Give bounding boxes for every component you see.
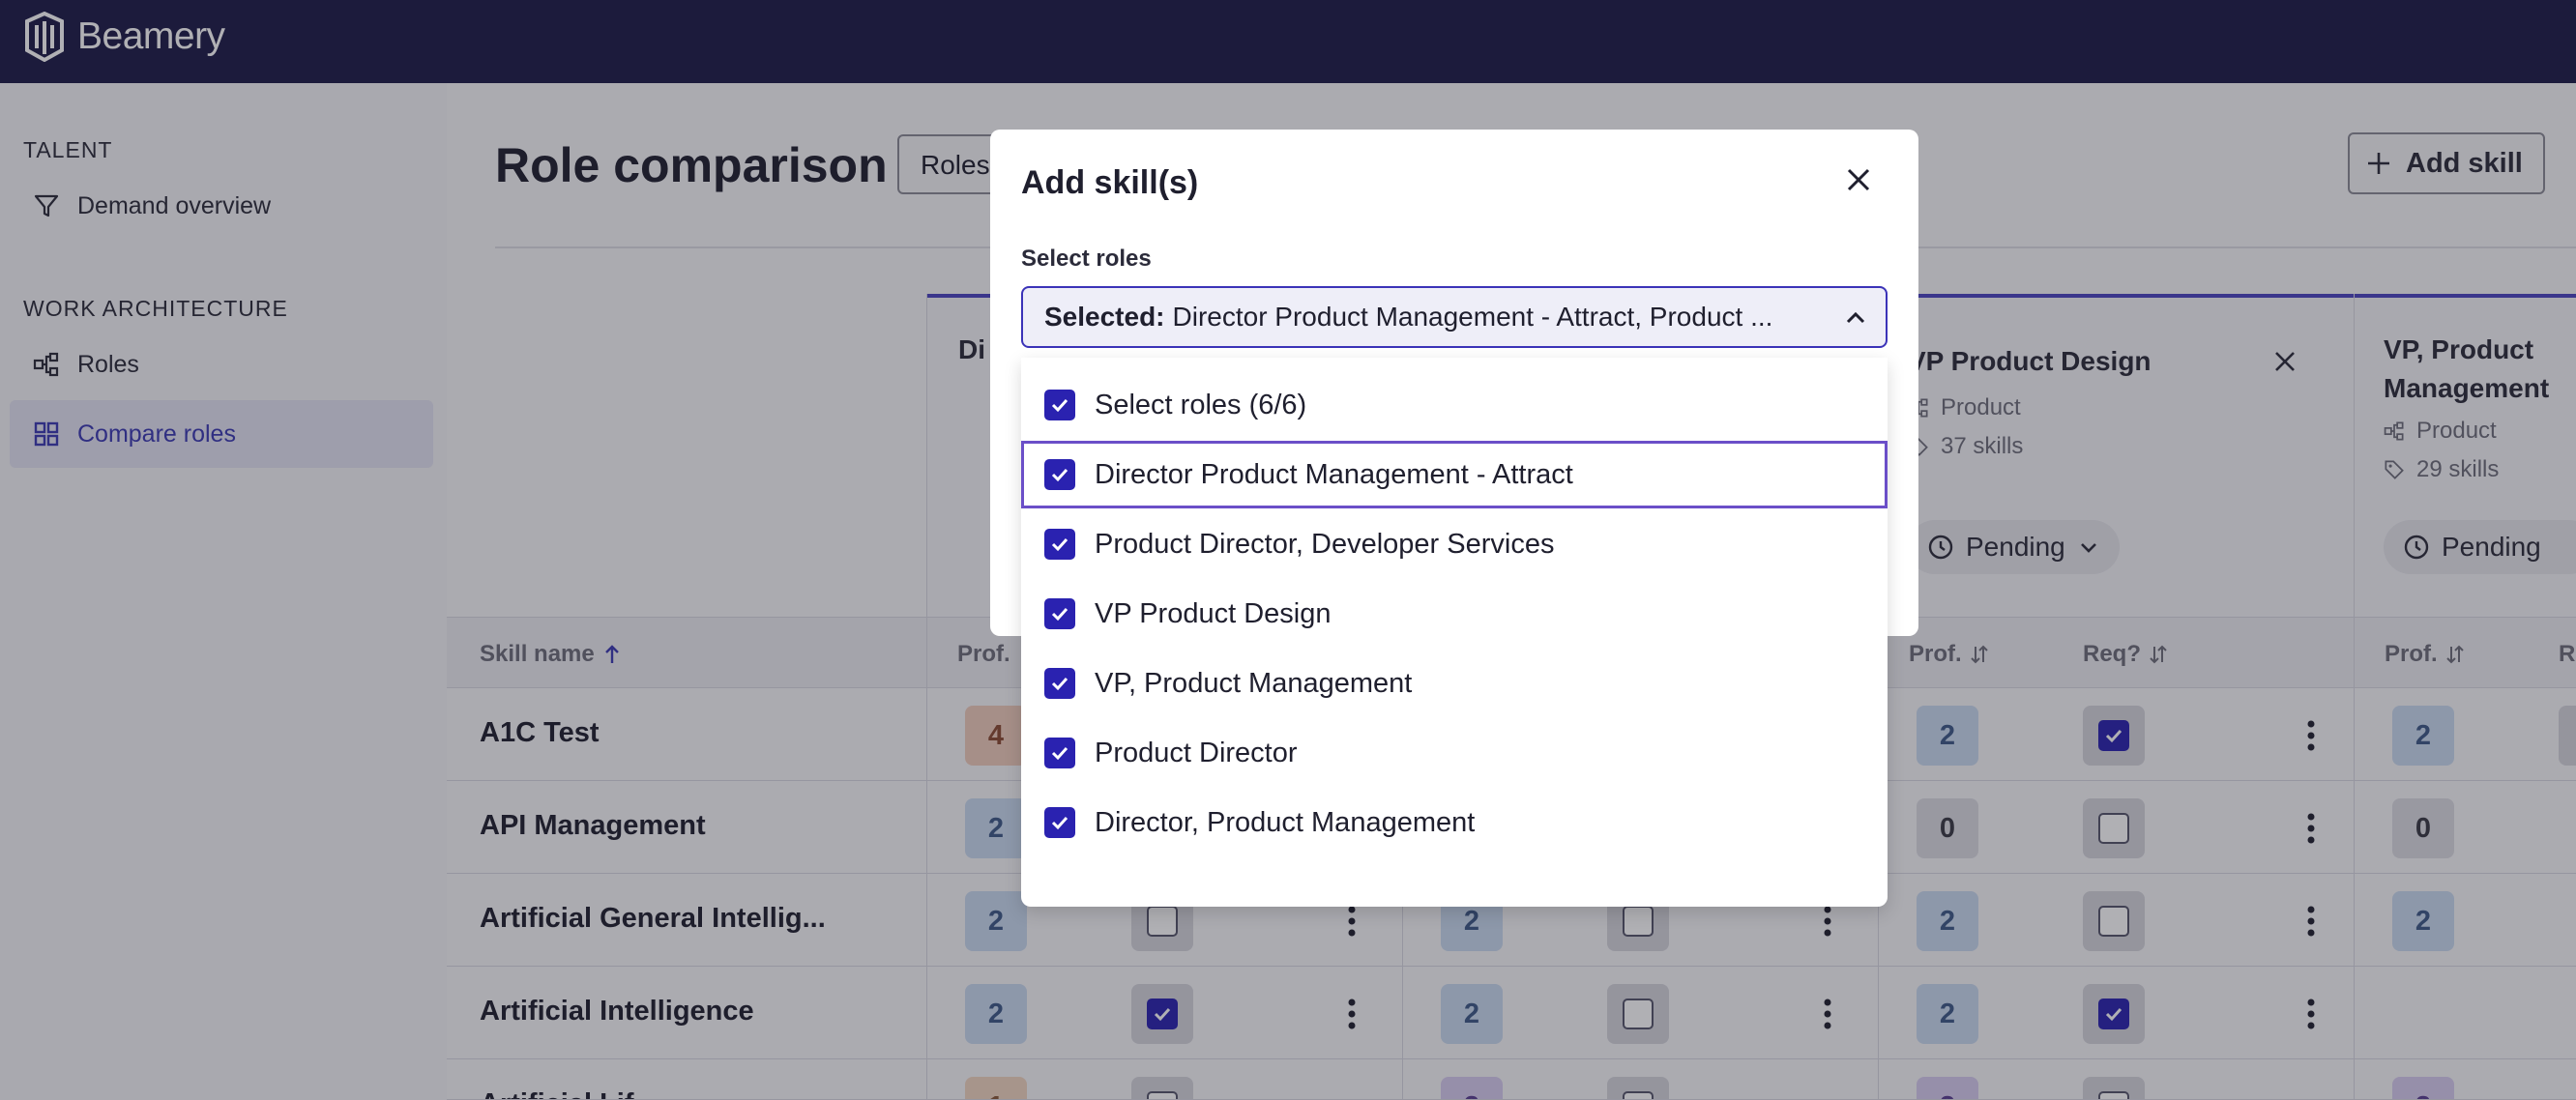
modal-title: Add skill(s) bbox=[1021, 164, 1199, 201]
option-label: Director Product Management - Attract bbox=[1095, 458, 1573, 490]
option-label: Select roles (6/6) bbox=[1095, 389, 1307, 420]
checkbox-checked bbox=[1044, 390, 1075, 420]
select-roles-label: Select roles bbox=[1021, 246, 1152, 272]
checkbox-checked bbox=[1044, 529, 1075, 560]
option-role[interactable]: Product Director bbox=[1021, 719, 1888, 787]
option-label: Director, Product Management bbox=[1095, 806, 1476, 838]
option-role[interactable]: Director, Product Management bbox=[1021, 789, 1888, 856]
option-role[interactable]: Director Product Management - Attract bbox=[1021, 441, 1888, 508]
checkbox-checked bbox=[1044, 738, 1075, 768]
option-role[interactable]: VP Product Design bbox=[1021, 580, 1888, 648]
close-icon bbox=[1847, 168, 1870, 191]
selected-prefix: Selected: bbox=[1044, 302, 1165, 332]
checkbox-checked bbox=[1044, 598, 1075, 629]
option-label: Product Director bbox=[1095, 737, 1298, 768]
checkbox-checked bbox=[1044, 807, 1075, 838]
option-label: Product Director, Developer Services bbox=[1095, 528, 1555, 560]
option-role[interactable]: VP, Product Management bbox=[1021, 650, 1888, 717]
option-label: VP, Product Management bbox=[1095, 667, 1413, 699]
option-role[interactable]: Product Director, Developer Services bbox=[1021, 510, 1888, 578]
modal-close-button[interactable] bbox=[1839, 160, 1878, 199]
select-roles-dropdown[interactable]: Selected: Director Product Management - … bbox=[1021, 286, 1888, 348]
selected-value: Director Product Management - Attract, P… bbox=[1172, 302, 1773, 332]
checkbox-checked bbox=[1044, 668, 1075, 699]
chevron-up-icon bbox=[1846, 311, 1865, 324]
option-select-all[interactable]: Select roles (6/6) bbox=[1021, 371, 1888, 439]
roles-dropdown-menu: Select roles (6/6) Director Product Mana… bbox=[1021, 358, 1888, 907]
checkbox-checked bbox=[1044, 459, 1075, 490]
option-label: VP Product Design bbox=[1095, 597, 1332, 629]
